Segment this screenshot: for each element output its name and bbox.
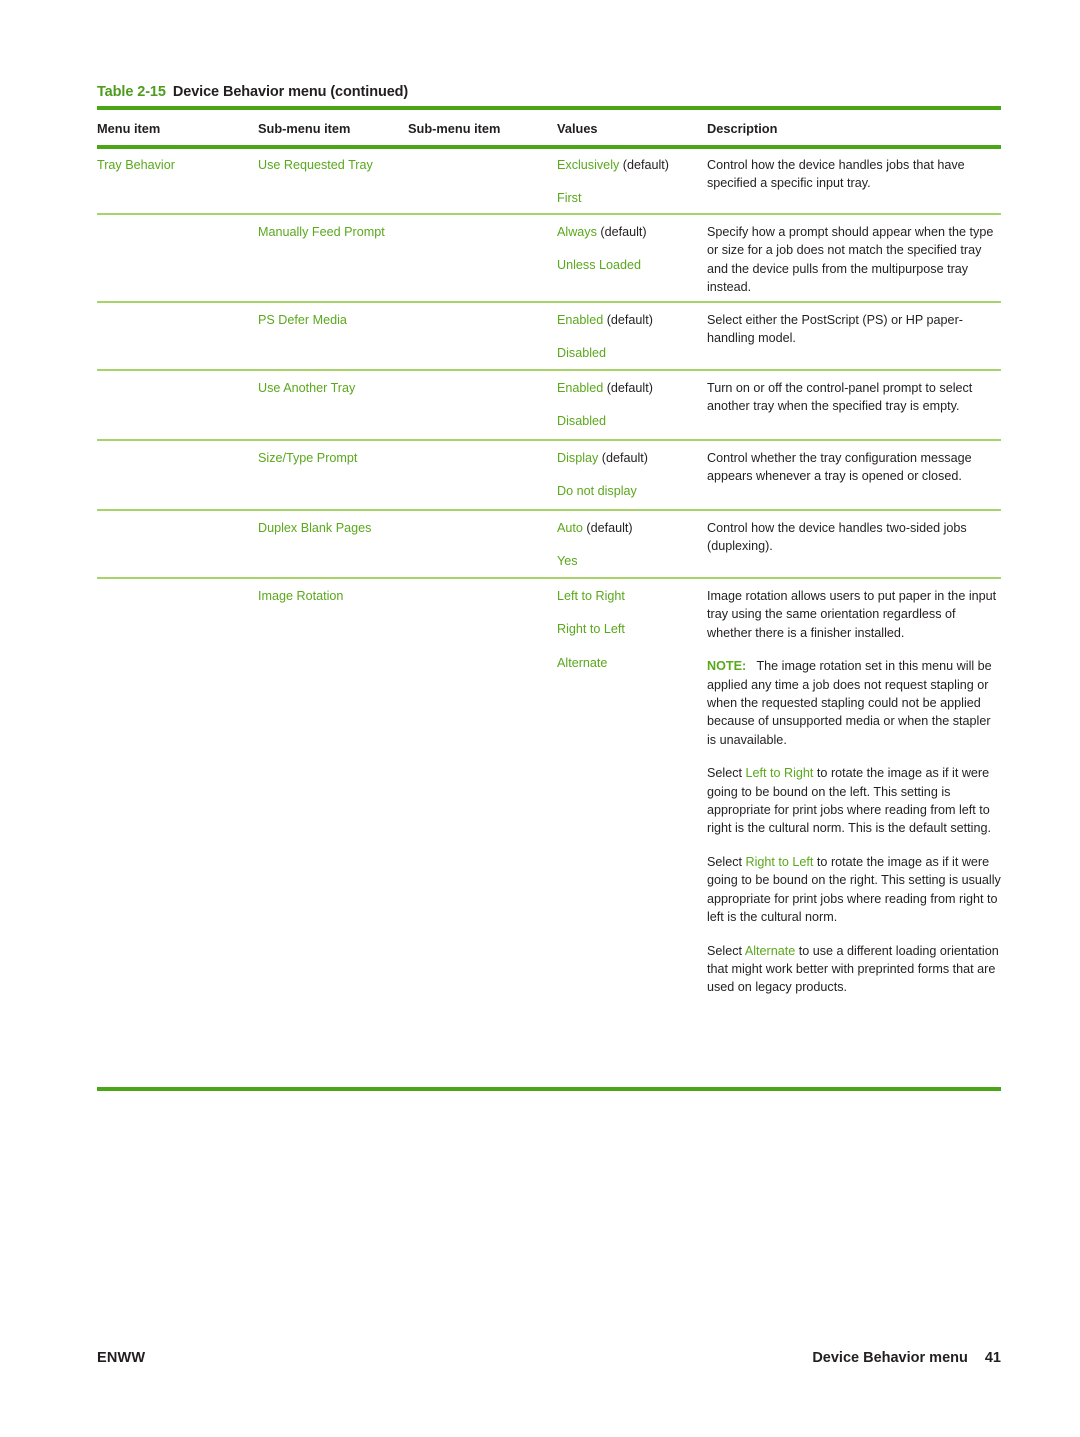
cell-sub-menu-1: Use Requested Tray: [258, 158, 373, 172]
cell-sub-menu-1: Duplex Blank Pages: [258, 521, 372, 535]
cell-values: Always (default) Unless Loaded: [557, 223, 699, 275]
value-primary: Enabled: [557, 381, 604, 395]
row-separator: [97, 301, 1001, 303]
desc-intro-paragraph: Image rotation allows users to put paper…: [707, 589, 997, 640]
footer-chapter-title: Device Behavior menu: [812, 1350, 968, 1366]
value-default-tag: (default): [586, 521, 633, 535]
value-secondary: First: [557, 191, 582, 206]
table-top-rule: [97, 106, 1001, 110]
value-default-tag: (default): [606, 381, 653, 395]
cell-sub-menu-1: PS Defer Media: [258, 313, 347, 327]
value-option: Right to Left: [557, 622, 625, 637]
cell-values: Left to Right Right to Left Alternate: [557, 587, 699, 672]
value-secondary: Disabled: [557, 414, 607, 429]
cell-description: Turn on or off the control-panel prompt …: [707, 381, 973, 414]
para-alt-pre: Select: [707, 943, 745, 958]
cell-sub-menu-1: Manually Feed Prompt: [258, 225, 385, 239]
para-alt-term: Alternate: [744, 943, 796, 958]
table-bottom-rule: [97, 1087, 1001, 1091]
header-sub-menu-1: Sub-menu item: [258, 121, 351, 136]
cell-description: Control whether the tray configuration m…: [707, 451, 972, 484]
table-caption-title: Device Behavior menu (continued): [172, 84, 409, 100]
value-primary: Exclusively: [557, 158, 620, 172]
header-description: Description: [707, 121, 778, 136]
cell-description: Control how the device handles jobs that…: [707, 158, 965, 191]
value-secondary: Yes: [557, 554, 578, 569]
row-separator: [97, 213, 1001, 215]
table-caption-number: Table 2-15: [97, 84, 166, 100]
cell-sub-menu-1: Size/Type Prompt: [258, 451, 358, 465]
cell-description: Select either the PostScript (PS) or HP …: [707, 313, 963, 346]
note-label: NOTE:: [707, 659, 747, 674]
footer-enww: ENWW: [97, 1350, 146, 1366]
value-primary: Enabled: [557, 313, 604, 327]
footer-page-number: 41: [984, 1350, 1001, 1366]
value-secondary: Do not display: [557, 484, 637, 499]
cell-menu-item: Tray Behavior: [97, 158, 175, 172]
value-primary: Always: [557, 225, 597, 239]
para-ltr-term: Left to Right: [745, 766, 814, 781]
value-option: Alternate: [557, 655, 608, 670]
desc-alternate-paragraph: Select Alternate to use a different load…: [707, 942, 1001, 997]
row-separator: [97, 369, 1001, 371]
value-option: Left to Right: [557, 589, 625, 603]
value-primary: Display: [557, 451, 599, 465]
row-separator: [97, 509, 1001, 511]
table-header-rule: [97, 145, 1001, 149]
cell-values: Auto (default) Yes: [557, 519, 699, 571]
header-menu-item: Menu item: [97, 121, 161, 136]
cell-sub-menu-1: Image Rotation: [258, 589, 344, 603]
document-page: Table 2-15 Device Behavior menu (continue…: [0, 0, 1080, 1437]
header-values: Values: [557, 121, 598, 136]
header-sub-menu-2: Sub-menu item: [408, 121, 501, 136]
desc-note-paragraph: NOTE: The image rotation set in this men…: [707, 657, 1001, 748]
cell-values: Enabled (default) Disabled: [557, 379, 699, 431]
value-default-tag: (default): [601, 451, 648, 465]
cell-values: Display (default) Do not display: [557, 449, 699, 501]
cell-sub-menu-1: Use Another Tray: [258, 381, 356, 395]
desc-right-to-left-paragraph: Select Right to Left to rotate the image…: [707, 853, 1001, 926]
cell-values: Exclusively (default) First: [557, 156, 699, 208]
row-separator: [97, 439, 1001, 441]
para-rtl-term: Right to Left: [745, 855, 814, 870]
table-caption: Table 2-15 Device Behavior menu (continue…: [97, 84, 408, 100]
value-default-tag: (default): [606, 313, 653, 327]
footer-chapter-and-page: Device Behavior menu 41: [812, 1350, 1001, 1366]
row-separator: [97, 577, 1001, 579]
cell-description: Control how the device handles two-sided…: [707, 521, 967, 554]
value-default-tag: (default): [600, 225, 647, 239]
cell-values: Enabled (default) Disabled: [557, 311, 699, 363]
value-primary: Auto: [557, 521, 583, 535]
note-body: The image rotation set in this menu will…: [707, 659, 992, 747]
cell-description: Specify how a prompt should appear when …: [707, 225, 994, 294]
para-ltr-pre: Select: [707, 766, 746, 781]
cell-description: Image rotation allows users to put paper…: [707, 587, 1001, 997]
desc-left-to-right-paragraph: Select Left to Right to rotate the image…: [707, 764, 1001, 837]
value-default-tag: (default): [622, 158, 669, 172]
value-secondary: Unless Loaded: [557, 258, 642, 273]
para-rtl-pre: Select: [707, 855, 746, 870]
value-secondary: Disabled: [557, 346, 607, 361]
